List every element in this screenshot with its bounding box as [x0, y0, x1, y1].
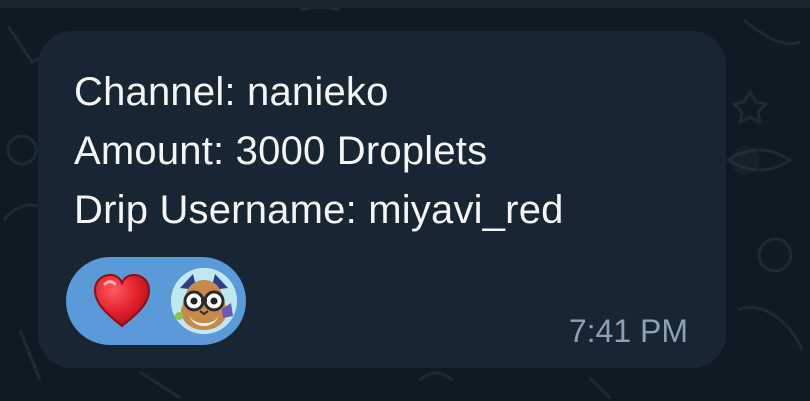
reaction-pill[interactable] [66, 257, 246, 345]
user-avatar[interactable] [171, 268, 237, 334]
heart-icon[interactable] [90, 269, 154, 333]
message-text: Channel: nanieko Amount: 3000 Droplets D… [74, 63, 564, 240]
channel-line: Channel: nanieko [74, 70, 389, 114]
amount-line: Amount: 3000 Droplets [74, 129, 488, 173]
header-shadow [0, 0, 810, 8]
drip-username-line: Drip Username: miyavi_red [74, 188, 564, 232]
message-timestamp: 7:41 PM [568, 313, 688, 349]
message-bubble[interactable]: Channel: nanieko Amount: 3000 Droplets D… [38, 31, 726, 368]
